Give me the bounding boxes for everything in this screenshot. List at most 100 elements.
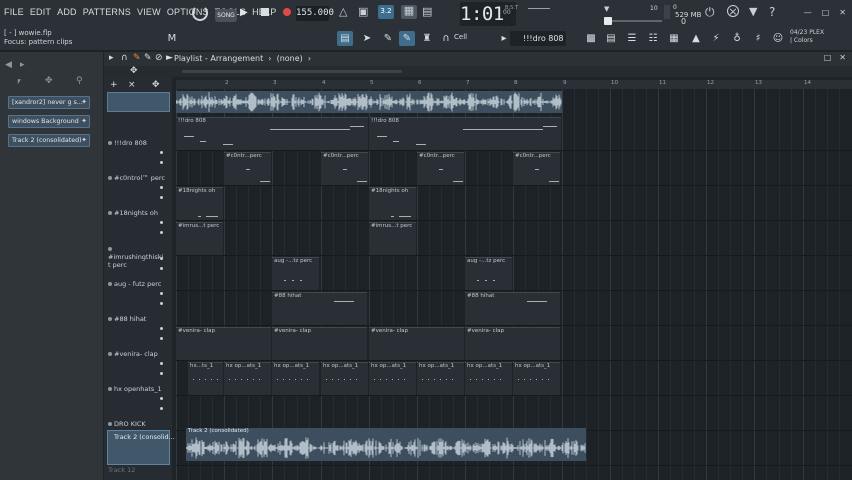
pattern-clip[interactable]: #c0ntr...perc bbox=[321, 152, 368, 185]
arrow-icon[interactable]: ➤ bbox=[359, 31, 375, 46]
track-mute-dot[interactable] bbox=[108, 352, 112, 356]
menu-view[interactable]: VIEW bbox=[137, 7, 161, 17]
track-led[interactable] bbox=[160, 407, 163, 410]
plugin-picker-icon[interactable]: ▲ bbox=[688, 31, 704, 46]
tempo-tapper-icon[interactable]: ♁ bbox=[729, 31, 745, 46]
pattern-clip[interactable]: hx op...ats_1 bbox=[272, 362, 319, 395]
timeline-ruler[interactable]: 2 3 4 5 6 7 8 9 10 11 12 13 14 bbox=[176, 80, 852, 89]
play-button[interactable]: ▶ bbox=[240, 7, 252, 19]
browser-search-icon[interactable]: ⚲ bbox=[76, 76, 83, 86]
track-led[interactable] bbox=[160, 397, 163, 400]
audio-clip[interactable] bbox=[176, 91, 562, 113]
track-led[interactable] bbox=[160, 362, 163, 365]
pattern-clip[interactable]: hx op...ats_1 bbox=[513, 362, 560, 395]
track-2-header[interactable]: Track 2 (consolid... bbox=[107, 430, 175, 465]
delete-tool-icon[interactable]: ⊘ bbox=[155, 53, 163, 63]
pattern-clip[interactable]: #c0ntr...perc bbox=[417, 152, 464, 185]
track-led[interactable] bbox=[160, 292, 163, 295]
browser-network-icon[interactable]: ✥ bbox=[45, 76, 53, 86]
track-led[interactable] bbox=[160, 151, 163, 154]
pattern-clip[interactable]: #18nights oh bbox=[369, 187, 416, 220]
track-mute-dot[interactable] bbox=[108, 422, 112, 426]
horizontal-scrollbar[interactable] bbox=[182, 70, 402, 73]
menu-edit[interactable]: EDIT bbox=[30, 7, 51, 17]
arrangement-grid[interactable]: !!!dro 808 !!!dro 808 #c0ntr...perc #c0ntr.… bbox=[176, 89, 852, 480]
track-led[interactable] bbox=[160, 196, 163, 199]
pattern-clip[interactable]: #venira- clap bbox=[176, 327, 271, 360]
snap-icon[interactable]: M bbox=[164, 31, 180, 46]
loop-icon[interactable] bbox=[192, 5, 208, 21]
playlist-settings-icon[interactable]: ✥ bbox=[152, 80, 160, 90]
browser-expand-icon[interactable]: ▸ bbox=[20, 60, 25, 70]
blend-notes-icon[interactable]: ▤ bbox=[422, 6, 432, 18]
paint-tool-icon[interactable]: ✎ bbox=[399, 31, 415, 46]
help-icon[interactable]: ? bbox=[769, 6, 775, 18]
tempo-display[interactable]: 155.000 bbox=[296, 6, 334, 21]
pattern-clip[interactable]: hx op...ats_1 bbox=[321, 362, 368, 395]
track-led[interactable] bbox=[160, 372, 163, 375]
master-volume-slider[interactable] bbox=[604, 20, 662, 22]
mixer-icon[interactable]: ▼ bbox=[749, 6, 757, 18]
browser-tree-icon[interactable]: ⎖ bbox=[15, 76, 23, 87]
pattern-clip[interactable]: #18nights oh bbox=[176, 187, 223, 220]
track-name[interactable]: #imrushingthiski t perc bbox=[108, 245, 166, 269]
pattern-clip[interactable]: hx op...ats_1 bbox=[224, 362, 271, 395]
piano-roll-icon[interactable]: ▤ bbox=[603, 31, 619, 46]
pattern-clip[interactable]: #imrus...t perc bbox=[369, 222, 416, 255]
snap-value[interactable]: Cell bbox=[454, 33, 467, 41]
wait-input-icon[interactable]: ▣ bbox=[358, 6, 368, 18]
detach-icon[interactable]: □ bbox=[824, 53, 832, 62]
track-name[interactable]: #c0ntrol™ perc bbox=[108, 174, 166, 182]
close-icon[interactable]: ✕ bbox=[839, 53, 846, 62]
menu-file[interactable]: FILE bbox=[4, 7, 24, 17]
mute-tool-icon[interactable]: ► bbox=[166, 53, 173, 63]
pattern-clip[interactable]: hx op...ats_1 bbox=[369, 362, 416, 395]
draw-tool-icon[interactable]: ✎ bbox=[380, 31, 396, 46]
paint-tool-icon[interactable]: ✎ bbox=[144, 53, 152, 63]
magnet-icon[interactable]: ∩ bbox=[438, 31, 454, 46]
mixer-view-icon[interactable]: ☰ bbox=[624, 31, 640, 46]
audio-track-header[interactable] bbox=[107, 92, 170, 112]
pattern-clip[interactable]: #imrus...t perc bbox=[176, 222, 223, 255]
track-name[interactable]: hx openhats_1 bbox=[108, 385, 166, 393]
track-mute-dot[interactable] bbox=[108, 176, 112, 180]
minimize-icon[interactable]: — bbox=[804, 8, 812, 17]
pattern-clip[interactable]: hx op...ats_1 bbox=[465, 362, 512, 395]
pattern-clip[interactable]: aug -...tz perc bbox=[272, 257, 319, 290]
pattern-selector[interactable]: !!!dro 808 bbox=[510, 31, 566, 46]
pattern-clip[interactable]: hx op...ats_1 bbox=[417, 362, 464, 395]
pattern-clip[interactable]: aug -...tz perc bbox=[465, 257, 512, 290]
pattern-clip[interactable]: #venira- clap bbox=[465, 327, 560, 360]
track-led[interactable] bbox=[160, 337, 163, 340]
audio-clip[interactable]: Track 2 (consolidated) bbox=[186, 428, 586, 461]
browser-item[interactable]: windows Background ✦ bbox=[8, 115, 90, 128]
browser-toggle-icon[interactable]: ▦ bbox=[666, 31, 682, 46]
news-panel[interactable]: 04/23 PLEX | Colors bbox=[790, 29, 824, 45]
power-icon[interactable]: ⏻ bbox=[705, 6, 715, 18]
track-name[interactable]: #venira- clap bbox=[108, 350, 166, 358]
browser-back-icon[interactable]: ◀ bbox=[5, 60, 12, 70]
pattern-clip[interactable]: !!!dro 808 bbox=[369, 117, 561, 150]
track-led[interactable] bbox=[160, 302, 163, 305]
master-volume-knob[interactable] bbox=[604, 17, 612, 25]
pattern-clip[interactable]: #venira- clap bbox=[369, 327, 464, 360]
channel-rack-icon[interactable]: ▩ bbox=[583, 31, 599, 46]
track-name[interactable]: DRO KICK bbox=[108, 420, 166, 428]
pattern-clip[interactable]: !!!dro 808 bbox=[176, 117, 368, 150]
magnet-icon[interactable]: ∩ bbox=[121, 53, 128, 63]
channel-mixer-icon[interactable]: ☷ bbox=[645, 31, 661, 46]
pattern-reference[interactable]: (none) bbox=[277, 54, 303, 63]
browser-item[interactable]: [xandror2] never g s... ✦ bbox=[8, 96, 90, 109]
pattern-clip[interactable]: #c0ntr...perc bbox=[513, 152, 560, 185]
pattern-clip[interactable]: #88 hihat bbox=[272, 292, 367, 325]
browser-item[interactable]: Track 2 (consolidated) ✦ bbox=[8, 134, 90, 147]
song-mode-toggle[interactable]: SONG bbox=[215, 9, 237, 22]
track-led[interactable] bbox=[160, 186, 163, 189]
maximize-icon[interactable]: □ bbox=[822, 8, 830, 17]
draw-tool-icon[interactable]: ✎ bbox=[133, 53, 141, 63]
pattern-clip[interactable]: #c0ntr...perc bbox=[224, 152, 271, 185]
step-edit-icon[interactable]: ▦ bbox=[401, 5, 417, 19]
pattern-clip[interactable]: #88 hihat bbox=[465, 292, 560, 325]
track-name[interactable]: #18nights oh bbox=[108, 209, 166, 217]
track-mute-dot[interactable] bbox=[108, 282, 112, 286]
